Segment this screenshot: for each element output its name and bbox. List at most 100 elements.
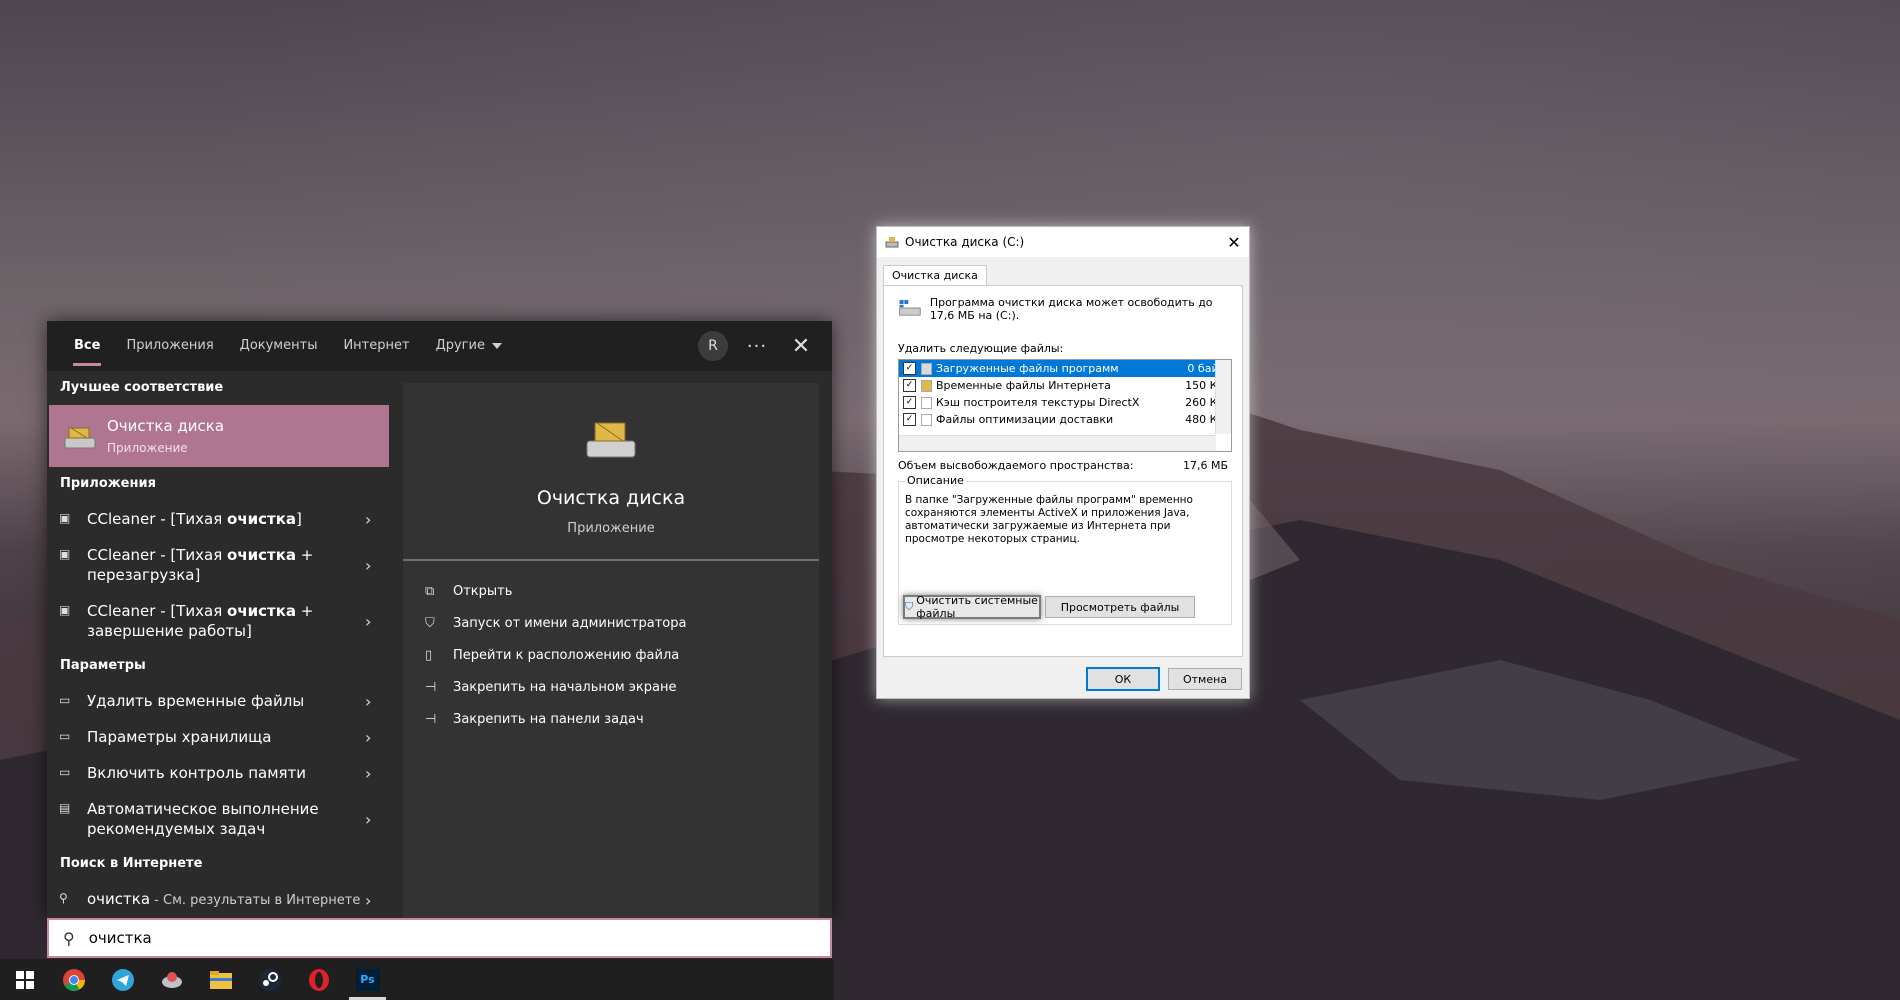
settings-result-item[interactable]: ▭ Включить контроль памяти › — [47, 755, 391, 791]
settings-icon: ▭ — [59, 765, 71, 779]
action-label: Запуск от имени администратора — [453, 615, 687, 631]
preview-app-name: Очистка диска — [536, 487, 686, 509]
pin-icon: ⊣ — [425, 711, 437, 727]
search-icon: ⚲ — [59, 891, 68, 905]
vertical-scrollbar[interactable] — [1215, 360, 1231, 434]
best-match-heading: Лучшее соответствие — [60, 380, 224, 395]
file-name: Загруженные файлы программ — [936, 362, 1119, 375]
chevron-right-icon[interactable]: › — [365, 728, 379, 747]
chrome-icon[interactable] — [49, 959, 98, 1000]
chevron-right-icon[interactable]: › — [365, 764, 379, 783]
action-open-file-location[interactable]: ▯ Перейти к расположению файла — [403, 639, 819, 671]
taskbar: Ps — [0, 959, 834, 1000]
settings-result-item[interactable]: ▭ Параметры хранилища › — [47, 719, 391, 755]
avatar[interactable]: R — [698, 331, 728, 361]
chevron-right-icon[interactable]: › — [365, 510, 379, 529]
dialog-title: Очистка диска (C:) — [905, 235, 1025, 249]
file-explorer-icon[interactable] — [196, 959, 245, 1000]
tab-internet[interactable]: Интернет — [330, 321, 422, 371]
photoshop-icon[interactable]: Ps — [343, 959, 392, 1000]
cancel-button[interactable]: Отмена — [1168, 668, 1242, 690]
chevron-right-icon[interactable]: › — [365, 891, 379, 910]
file-name: Кэш построителя текстуры DirectX — [936, 396, 1140, 409]
dialog-tab-content: Программа очистки диска может освободить… — [883, 285, 1243, 657]
app-icon[interactable] — [147, 959, 196, 1000]
tab-other-label: Другие — [435, 338, 485, 353]
search-input[interactable] — [86, 928, 691, 948]
best-match-type: Приложение — [107, 441, 188, 455]
chevron-down-icon — [491, 342, 502, 349]
tab-disk-cleanup[interactable]: Очистка диска — [883, 265, 987, 286]
action-pin-taskbar[interactable]: ⊣ Закрепить на панели задач — [403, 703, 819, 735]
horizontal-scrollbar[interactable] — [899, 435, 1216, 451]
chevron-right-icon[interactable]: › — [365, 556, 379, 575]
file-row[interactable]: ✓ Файлы оптимизации доставки 480 КБ — [899, 411, 1231, 428]
pin-icon: ⊣ — [425, 679, 437, 695]
action-label: Открыть — [453, 583, 513, 599]
action-label: Перейти к расположению файла — [453, 647, 680, 663]
settings-result-label: Автоматическое выполнение рекомендуемых … — [87, 800, 319, 838]
tab-documents[interactable]: Документы — [227, 321, 331, 371]
settings-heading: Параметры — [60, 658, 146, 673]
action-open[interactable]: ⧉ Открыть — [403, 575, 819, 607]
ok-button[interactable]: ОК — [1086, 667, 1160, 691]
opera-icon[interactable] — [294, 959, 343, 1000]
app-window-icon: ▣ — [59, 603, 71, 617]
windows-search-panel: Все Приложения Документы Интернет Другие… — [47, 321, 832, 918]
button-label: Очистить системные файлы — [916, 594, 1038, 620]
action-run-as-admin[interactable]: ⛉ Запуск от имени администратора — [403, 607, 819, 639]
steam-logo — [258, 968, 281, 991]
app-result-label: CCleaner - [Тихая очистка] — [87, 510, 302, 528]
tasks-icon: ▤ — [59, 801, 71, 815]
settings-result-label: Параметры хранилища — [87, 728, 272, 746]
action-label: Закрепить на панели задач — [453, 711, 644, 727]
tab-apps[interactable]: Приложения — [113, 321, 226, 371]
close-icon[interactable]: ✕ — [1219, 233, 1249, 252]
app-result-label: CCleaner - [Тихая очистка + завершение ра… — [87, 602, 314, 640]
checkbox[interactable]: ✓ — [903, 362, 916, 375]
delete-files-label: Удалить следующие файлы: — [898, 342, 1064, 355]
file-row[interactable]: ✓ Кэш построителя текстуры DirectX 260 К… — [899, 394, 1231, 411]
apps-heading: Приложения — [60, 476, 156, 491]
web-search-item[interactable]: ⚲ очистка - См. результаты в Интернете › — [47, 881, 391, 918]
action-pin-start[interactable]: ⊣ Закрепить на начальном экране — [403, 671, 819, 703]
chevron-right-icon[interactable]: › — [365, 692, 379, 711]
checkbox[interactable]: ✓ — [903, 396, 916, 409]
preview-app-type: Приложение — [567, 521, 655, 536]
windows-start-icon[interactable] — [0, 959, 49, 1000]
close-icon[interactable]: ✕ — [786, 334, 816, 359]
tab-other[interactable]: Другие — [423, 321, 515, 371]
best-match-item[interactable]: Очистка диска Приложение — [49, 405, 389, 467]
settings-icon: ▭ — [59, 729, 71, 743]
photoshop-label: Ps — [360, 973, 375, 986]
disk-cleanup-icon — [885, 237, 899, 248]
file-location-icon: ▯ — [425, 647, 433, 663]
lock-icon — [921, 379, 932, 392]
clean-system-files-button[interactable]: ⛉ Очистить системные файлы — [903, 594, 1041, 620]
steam-icon[interactable] — [245, 959, 294, 1000]
checkbox[interactable]: ✓ — [903, 379, 916, 392]
chevron-right-icon[interactable]: › — [365, 810, 379, 829]
file-row[interactable]: ✓ Временные файлы Интернета 150 КБ — [899, 377, 1231, 394]
tab-all[interactable]: Все — [61, 321, 113, 371]
view-files-button[interactable]: Просмотреть файлы — [1045, 596, 1195, 618]
checkbox[interactable]: ✓ — [903, 413, 916, 426]
chevron-right-icon[interactable]: › — [365, 612, 379, 631]
app-result-item[interactable]: ▣ CCleaner - [Тихая очистка + перезагрузк… — [47, 537, 391, 593]
preview-header: Очистка диска Приложение — [403, 383, 819, 561]
app-result-item[interactable]: ▣ CCleaner - [Тихая очистка] › — [47, 501, 391, 537]
disk-cleanup-dialog: Очистка диска (C:) ✕ Очистка диска Прогр… — [876, 226, 1250, 699]
info-text: Программа очистки диска может освободить… — [929, 296, 1213, 322]
app-logo — [161, 971, 182, 988]
drive-icon — [899, 300, 921, 316]
settings-result-item[interactable]: ▤ Автоматическое выполнение рекомендуемы… — [47, 791, 391, 847]
more-options-button[interactable]: ··· — [742, 336, 772, 357]
file-row[interactable]: ✓ Загруженные файлы программ 0 байт — [899, 360, 1231, 377]
settings-result-item[interactable]: ▭ Удалить временные файлы › — [47, 683, 391, 719]
app-result-item[interactable]: ▣ CCleaner - [Тихая очистка + завершение … — [47, 593, 391, 649]
search-bar[interactable]: ⚲ — [47, 918, 832, 958]
action-label: Закрепить на начальном экране — [453, 679, 677, 695]
settings-result-label: Включить контроль памяти — [87, 764, 307, 782]
dialog-titlebar[interactable]: Очистка диска (C:) ✕ — [877, 227, 1249, 257]
telegram-icon[interactable] — [98, 959, 147, 1000]
